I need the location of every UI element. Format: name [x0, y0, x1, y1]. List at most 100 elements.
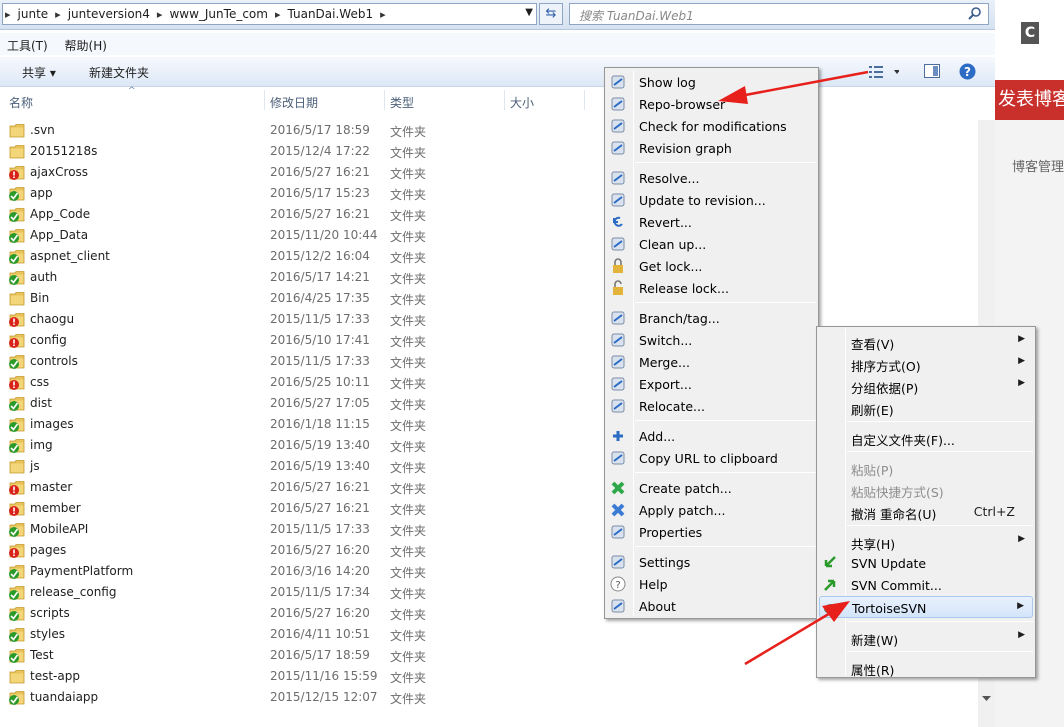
breadcrumb-chevron-icon[interactable]: ▸ — [273, 8, 283, 21]
menu-item-clean-up[interactable]: Clean up... — [607, 233, 816, 255]
file-modified-date: 2015/11/5 17:33 — [270, 354, 370, 368]
blog-manage-link[interactable]: 博客管理 — [1012, 156, 1064, 175]
file-row[interactable]: .svn 2016/5/17 18:59 文件夹 — [0, 120, 995, 141]
address-start-chevron-icon[interactable]: ▸ — [3, 8, 13, 21]
menu-item-repo-browser[interactable]: Repo-browser — [607, 93, 816, 115]
menu-item-branch-tag[interactable]: Branch/tag... — [607, 307, 816, 329]
file-row[interactable]: auth 2016/5/17 14:21 文件夹 — [0, 267, 995, 288]
file-row[interactable]: app 2016/5/17 15:23 文件夹 — [0, 183, 995, 204]
menu-item-settings[interactable]: Settings — [607, 551, 816, 573]
menu-item-label: 粘贴快捷方式(S) — [851, 485, 944, 500]
menu-item-p[interactable]: 分组依据(P) ▶ — [819, 374, 1033, 396]
file-type: 文件夹 — [390, 419, 427, 433]
address-dropdown-icon[interactable]: ▼ — [525, 7, 533, 18]
publish-blog-banner[interactable]: 发表博客 — [995, 80, 1064, 120]
menu-item-revert[interactable]: Revert... — [607, 211, 816, 233]
file-row[interactable]: ajaxCross 2016/5/27 16:21 文件夹 — [0, 162, 995, 183]
menu-item-f[interactable]: 自定义文件夹(F)... — [819, 426, 1033, 448]
menu-item-create-patch[interactable]: Create patch... — [607, 477, 816, 499]
menu-item-export[interactable]: Export... — [607, 373, 816, 395]
menu-item-get-lock[interactable]: Get lock... — [607, 255, 816, 277]
menu-item-check-for-modifications[interactable]: Check for modifications — [607, 115, 816, 137]
menu-item-svn-commit[interactable]: SVN Commit... — [819, 574, 1033, 596]
breadcrumb-chevron-icon[interactable]: ▸ — [155, 8, 165, 21]
column-modified[interactable]: 修改日期 — [270, 94, 318, 111]
sort-ascending-icon: ^ — [128, 86, 136, 96]
share-button[interactable]: 共享 ▾ — [22, 64, 56, 81]
help-icon[interactable]: ? — [959, 63, 976, 80]
menu-item-u[interactable]: 撤消 重命名(U) Ctrl+Z — [819, 500, 1033, 522]
menu-item-switch[interactable]: Switch... — [607, 329, 816, 351]
breadcrumb-item[interactable]: junteversion4 — [63, 7, 155, 21]
menu-item-apply-patch[interactable]: Apply patch... — [607, 499, 816, 521]
menu-item-o[interactable]: 排序方式(O) ▶ — [819, 352, 1033, 374]
menu-item-w[interactable]: 新建(W) ▶ — [819, 626, 1033, 648]
menu-item-e[interactable]: 刷新(E) — [819, 396, 1033, 418]
menu-item-p[interactable]: 粘贴(P) — [819, 456, 1033, 478]
breadcrumb-item[interactable]: junte — [13, 7, 54, 21]
file-row[interactable]: tuandaiapp 2015/12/15 12:07 文件夹 — [0, 687, 995, 708]
breadcrumb-chevron-icon[interactable]: ▸ — [378, 8, 388, 21]
menu-tools[interactable]: 工具(T) — [0, 33, 54, 54]
address-bar[interactable]: ▸ junte ▸ junteversion4 ▸ www_JunTe_com ▸ TuanD… — [2, 3, 537, 25]
view-options-icon[interactable] — [869, 65, 899, 79]
menu-item-v[interactable]: 查看(V) ▶ — [819, 330, 1033, 352]
help-icon: ? — [610, 576, 626, 592]
file-row[interactable]: App_Code 2016/5/27 16:21 文件夹 — [0, 204, 995, 225]
svn-modified-folder-icon — [9, 501, 25, 516]
file-row[interactable]: App_Data 2015/11/20 10:44 文件夹 — [0, 225, 995, 246]
file-row[interactable]: 20151218s 2015/12/4 17:22 文件夹 — [0, 141, 995, 162]
menu-item-about[interactable]: About — [607, 595, 816, 617]
menu-item-s[interactable]: 粘贴快捷方式(S) — [819, 478, 1033, 500]
menu-item-label: Apply patch... — [639, 503, 726, 518]
menu-item-label: Resolve... — [639, 171, 700, 186]
new-folder-button[interactable]: 新建文件夹 — [89, 64, 149, 81]
menu-item-h[interactable]: 共享(H) ▶ — [819, 530, 1033, 552]
file-type: 文件夹 — [390, 188, 427, 202]
menu-separator — [635, 302, 816, 303]
breadcrumb-item[interactable]: www_JunTe_com — [164, 7, 273, 21]
menu-item-release-lock[interactable]: Release lock... — [607, 277, 816, 299]
lock-icon — [610, 258, 626, 274]
menu-item-add[interactable]: Add... — [607, 425, 816, 447]
column-size[interactable]: 大小 — [510, 94, 534, 111]
column-name[interactable]: 名称 — [9, 94, 33, 111]
menu-item-tortoisesvn[interactable]: TortoiseSVN ▶ — [819, 596, 1033, 618]
breadcrumb-item[interactable]: TuanDai.Web1 — [282, 7, 378, 21]
file-row[interactable]: aspnet_client 2015/12/2 16:04 文件夹 — [0, 246, 995, 267]
file-modified-date: 2016/5/17 18:59 — [270, 648, 370, 662]
preview-pane-icon[interactable] — [924, 64, 941, 79]
revision-graph-icon — [610, 140, 626, 156]
file-name: img — [30, 438, 53, 452]
menu-item-properties[interactable]: Properties — [607, 521, 816, 543]
menu-item-shortcut: Ctrl+Z — [973, 504, 1015, 519]
menu-item-resolve[interactable]: Resolve... — [607, 167, 816, 189]
repo-browser-icon — [610, 96, 626, 112]
column-type[interactable]: 类型 — [390, 94, 414, 111]
menu-item-copy-url-to-clipboard[interactable]: Copy URL to clipboard — [607, 447, 816, 469]
menu-item-merge[interactable]: Merge... — [607, 351, 816, 373]
file-type: 文件夹 — [390, 230, 427, 244]
menu-item-show-log[interactable]: Show log — [607, 71, 816, 93]
search-input[interactable]: 搜索 TuanDai.Web1 — [569, 3, 989, 25]
scroll-down-icon[interactable] — [982, 696, 991, 702]
branch-icon — [610, 310, 626, 326]
refresh-button[interactable]: ⇆ — [539, 3, 563, 25]
menu-item-label: Repo-browser — [639, 97, 726, 112]
menu-item-relocate[interactable]: Relocate... — [607, 395, 816, 417]
menu-item-revision-graph[interactable]: Revision graph — [607, 137, 816, 159]
menu-item-help[interactable]: ? Help — [607, 573, 816, 595]
menu-separator — [635, 420, 816, 421]
menu-item-update-to-revision[interactable]: Update to revision... — [607, 189, 816, 211]
file-row[interactable]: Bin 2016/4/25 17:35 文件夹 — [0, 288, 995, 309]
file-modified-date: 2016/1/18 11:15 — [270, 417, 370, 431]
svn-normal-folder-icon — [9, 417, 25, 432]
file-type: 文件夹 — [390, 335, 427, 349]
menu-help[interactable]: 帮助(H) — [58, 33, 113, 54]
search-placeholder: 搜索 TuanDai.Web1 — [579, 9, 694, 23]
submenu-arrow-icon: ▶ — [1018, 630, 1025, 640]
breadcrumb-chevron-icon[interactable]: ▸ — [53, 8, 63, 21]
file-name: ajaxCross — [30, 165, 89, 179]
menu-item-r[interactable]: 属性(R) — [819, 656, 1033, 678]
menu-item-svn-update[interactable]: SVN Update — [819, 552, 1033, 574]
